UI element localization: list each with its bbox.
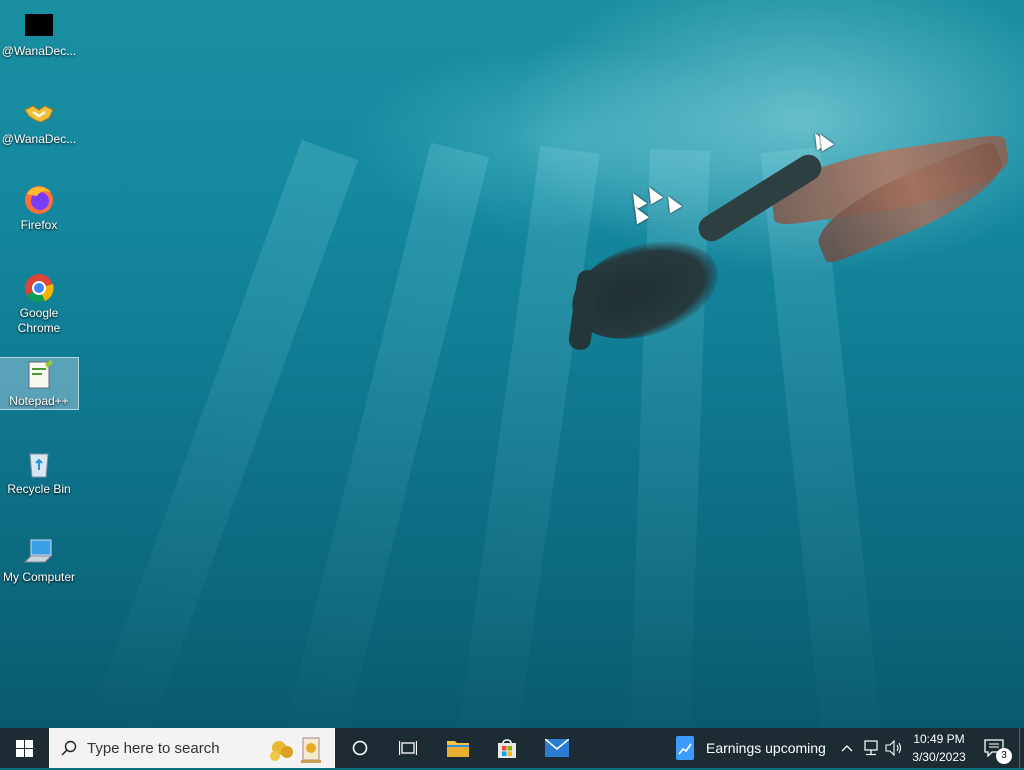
windows-start-icon [15,739,33,757]
firefox-icon [23,184,55,216]
speaker-icon [885,740,902,756]
news-label: Earnings upcoming [706,740,826,756]
search-icon [61,740,77,756]
clock-date: 3/30/2023 [912,750,966,764]
desktop-icon-wanadecrypt-1[interactable]: @WanaDec... [0,10,78,62]
start-button[interactable] [0,728,48,768]
file-explorer-button[interactable] [438,728,478,768]
handshake-icon [23,98,55,130]
desktop-icon-wanadecrypt-2[interactable]: @WanaDec... [0,98,78,150]
task-view-button[interactable] [388,728,428,768]
show-hidden-icons-button[interactable] [838,728,856,768]
desktop-icon-firefox[interactable]: Firefox [0,184,78,236]
recycle-bin-icon [23,448,55,480]
microsoft-store-button[interactable] [487,728,527,768]
mail-icon [545,739,569,757]
computer-icon [23,536,55,568]
show-desktop-button[interactable] [1019,728,1024,768]
news-widget[interactable]: Earnings upcoming [672,728,832,768]
search-box[interactable]: Type here to search [49,728,335,768]
volume-button[interactable] [884,728,904,768]
store-icon [498,739,516,758]
desktop-icon-label: Google Chrome [17,306,61,335]
cortana-circle-icon [352,740,368,756]
notification-count-badge: 3 [996,748,1012,764]
desktop[interactable]: @WanaDec... @WanaDec... Firefox Google C… [0,0,1024,728]
stocks-chart-icon [676,736,694,760]
desktop-icon-label: Firefox [20,218,58,232]
mail-button[interactable] [537,728,577,768]
light-ray [454,145,600,728]
black-window-icon [23,10,55,42]
desktop-icon-notepad-plus-plus[interactable]: Notepad++ [0,357,79,410]
desktop-icon-label: @WanaDec... [1,44,77,58]
cortana-button[interactable] [340,728,380,768]
notepad-plus-plus-icon [23,360,55,392]
search-placeholder: Type here to search [87,739,220,757]
task-view-icon [399,741,417,755]
taskbar: Type here to search Earnings upcoming 10… [0,728,1024,768]
clock-time: 10:49 PM [913,732,965,746]
folder-icon [447,741,469,757]
desktop-icon-label: @WanaDec... [1,132,77,146]
desktop-icon-label: My Computer [2,570,76,584]
clock[interactable]: 10:49 PM 3/30/2023 [906,728,972,768]
chevron-up-icon [841,745,853,752]
action-center-button[interactable]: 3 [978,728,1012,768]
desktop-icon-recycle-bin[interactable]: Recycle Bin [0,448,78,500]
network-icon [864,740,878,756]
light-ray [628,148,710,728]
search-highlight-image [265,732,335,766]
desktop-icon-my-computer[interactable]: My Computer [0,536,78,588]
desktop-icon-chrome[interactable]: Google Chrome [0,272,78,338]
desktop-icon-label: Notepad++ [9,394,69,408]
chrome-icon [23,272,55,304]
network-button[interactable] [860,728,882,768]
desktop-icon-label: Recycle Bin [7,482,71,496]
